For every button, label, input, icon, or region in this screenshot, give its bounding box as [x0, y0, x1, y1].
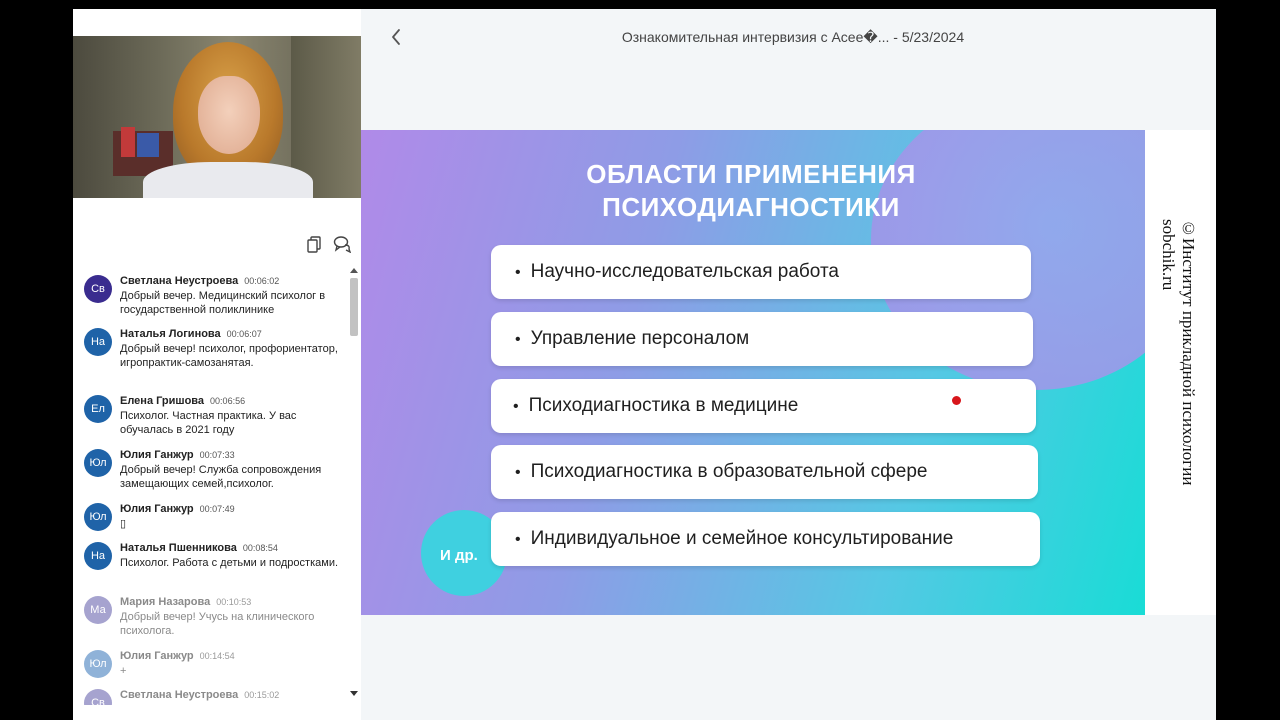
avatar: Св — [84, 275, 112, 303]
chat-author: Юлия Ганжур — [120, 650, 194, 662]
chat-author: Юлия Ганжур — [120, 449, 194, 461]
chat-time: 00:07:49 — [199, 504, 235, 514]
avatar: Юл — [84, 650, 112, 678]
chat-text: Добрый вечер! Служба сопровождения замещ… — [120, 464, 322, 490]
chat-text: Психолог. Работа с детьми и подростками. — [120, 557, 339, 569]
chat-time: 00:07:33 — [199, 450, 235, 460]
slide-item: • Психодиагностика в образовательной сфер… — [491, 445, 1038, 499]
watermark-text: ©Институт прикладной психологии sobchik.… — [1158, 219, 1198, 485]
slide-title: ОБЛАСТИ ПРИМЕНЕНИЯ ПСИХОДИАГНОСТИКИ — [521, 158, 981, 224]
laser-pointer-dot — [952, 396, 961, 405]
avatar: Св — [84, 689, 112, 705]
chat-time: 00:06:56 — [210, 396, 246, 406]
chat-author: Мария Назарова — [120, 596, 211, 608]
bullet: • — [515, 264, 521, 281]
avatar: На — [84, 542, 112, 570]
chat-time: 00:06:02 — [244, 276, 280, 286]
left-panel: Св Светлана Неустроева 00:06:02 Добрый ве… — [73, 9, 361, 720]
chat-text: Добрый вечер! психолог, профориентатор, … — [120, 343, 338, 369]
avatar: Юл — [84, 503, 112, 531]
scrollbar-thumb[interactable] — [350, 278, 358, 336]
chat-author: Наталья Пшенникова — [120, 542, 237, 554]
chat-time: 00:15:02 — [244, 690, 280, 700]
video-presenter-face — [198, 76, 260, 154]
slide-item: • Психодиагностика в медицине — [491, 379, 1036, 433]
chat-text: Психолог. Частная практика. У вас обучал… — [120, 410, 297, 436]
presentation-slide: ОБЛАСТИ ПРИМЕНЕНИЯ ПСИХОДИАГНОСТИКИ • Нау… — [361, 130, 1145, 615]
chat-text: Добрый вечер. Медицинский психолог в гос… — [120, 290, 326, 316]
chat-author: Светлана Неустроева — [120, 689, 239, 701]
avatar: На — [84, 328, 112, 356]
watermark-line1: ©Институт прикладной психологии — [1179, 219, 1198, 486]
chat-list[interactable]: Св Светлана Неустроева 00:06:02 Добрый ве… — [73, 265, 348, 705]
slide-etc-label: И др. — [440, 547, 478, 564]
chevron-left-icon[interactable] — [386, 26, 408, 48]
chat-bubbles-icon[interactable] — [333, 235, 351, 253]
chat-time: 00:14:54 — [199, 651, 235, 661]
chat-author: Светлана Неустроева — [120, 275, 239, 287]
slide-item: • Научно-исследовательская работа — [491, 245, 1031, 299]
avatar: Ма — [84, 596, 112, 624]
slide-item-text: Психодиагностика в образовательной сфере — [530, 461, 928, 482]
slide-item: • Управление персоналом — [491, 312, 1033, 366]
slide-title-line2: ПСИХОДИАГНОСТИКИ — [602, 192, 900, 222]
chat-time: 00:10:53 — [216, 597, 252, 607]
slide-title-line1: ОБЛАСТИ ПРИМЕНЕНИЯ — [586, 159, 916, 189]
bullet: • — [515, 531, 521, 548]
chat-author: Наталья Логинова — [120, 328, 221, 340]
bullet: • — [515, 464, 521, 481]
chat-author: Юлия Ганжур — [120, 503, 194, 515]
chat-text: ▯ — [120, 518, 127, 530]
copy-icon[interactable] — [306, 235, 324, 253]
chat-author: Елена Гришова — [120, 395, 205, 407]
watermark-line2: sobchik.ru — [1159, 219, 1178, 291]
chat-time: 00:08:54 — [242, 543, 278, 553]
slide-item-text: Индивидуальное и семейное консультирован… — [530, 528, 954, 549]
bullet: • — [513, 398, 519, 415]
app-window: Св Светлана Неустроева 00:06:02 Добрый ве… — [73, 9, 1216, 720]
chat-text: + — [120, 665, 127, 677]
slide-item-text: Управление персоналом — [530, 328, 750, 349]
scroll-up-arrow-icon[interactable] — [350, 268, 358, 273]
video-presenter-shirt — [143, 162, 313, 198]
slide-item: • Индивидуальное и семейное консультирова… — [491, 512, 1040, 566]
bullet: • — [515, 331, 521, 348]
chat-time: 00:06:07 — [226, 329, 262, 339]
avatar: Юл — [84, 449, 112, 477]
page-title: Ознакомительная интервизия с Асее�... - … — [621, 29, 965, 45]
slide-item-text: Психодиагностика в медицине — [528, 395, 799, 416]
slide-item-text: Научно-исследовательская работа — [530, 261, 839, 282]
scroll-down-arrow-icon[interactable] — [350, 691, 358, 696]
chat-text: Добрый вечер! Учусь на клинического псих… — [120, 611, 315, 637]
avatar: Ел — [84, 395, 112, 423]
webcam-video — [73, 36, 361, 198]
